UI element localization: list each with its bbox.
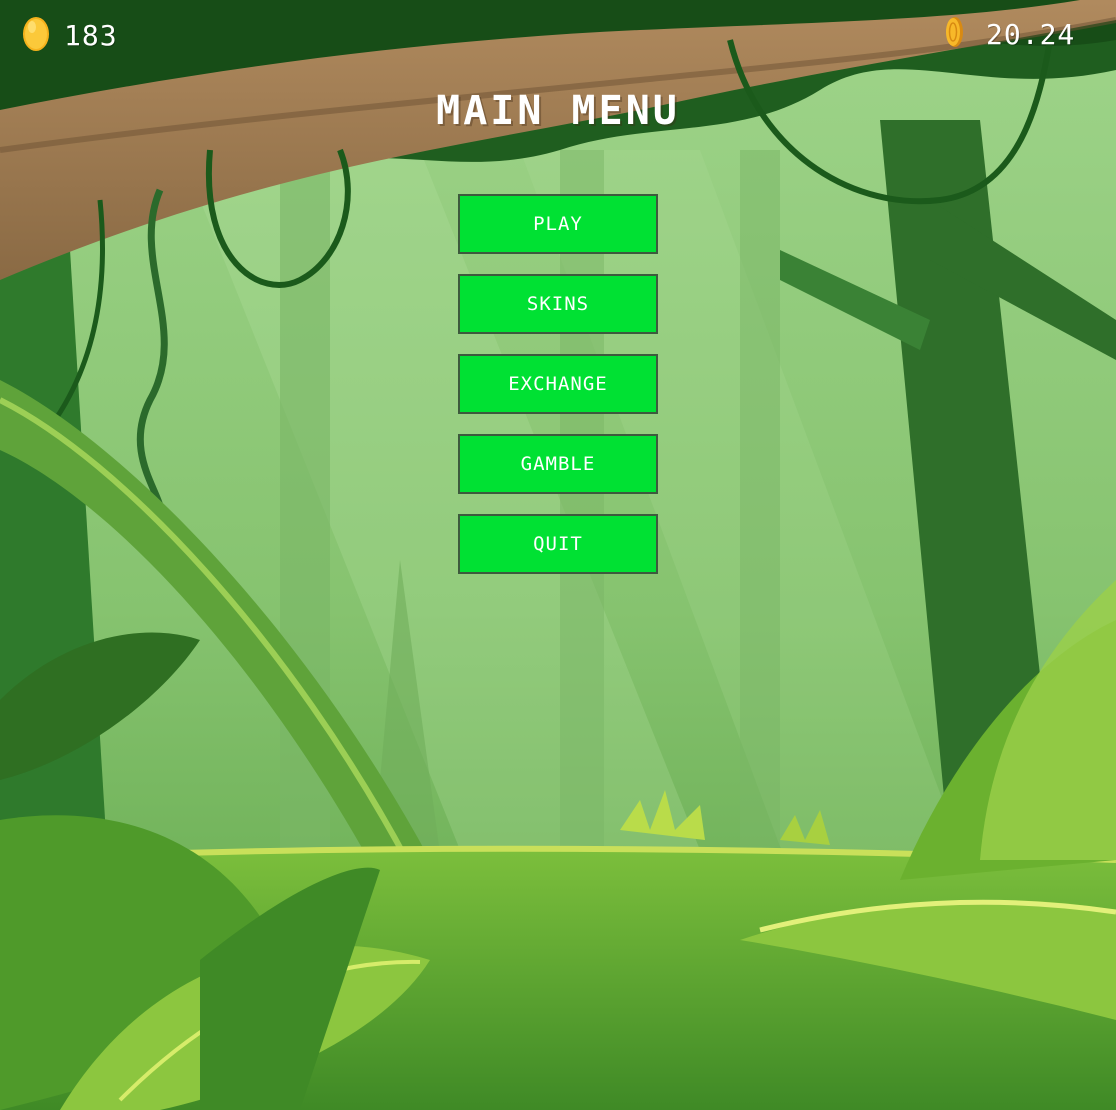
exchange-button[interactable]: EXCHANGE	[458, 354, 658, 414]
golden-egg-icon	[22, 14, 50, 56]
gamble-button[interactable]: GAMBLE	[458, 434, 658, 494]
play-button[interactable]: PLAY	[458, 194, 658, 254]
page-title: MAIN MENU	[436, 88, 680, 134]
egg-counter: 183	[22, 14, 118, 56]
skins-button[interactable]: SKINS	[458, 274, 658, 334]
main-menu: PLAY SKINS EXCHANGE GAMBLE QUIT	[458, 194, 658, 594]
coin-counter: 20.24	[944, 14, 1075, 54]
gold-coin-icon	[944, 14, 964, 54]
egg-count: 183	[64, 18, 118, 52]
quit-button[interactable]: QUIT	[458, 514, 658, 574]
coin-balance: 20.24	[986, 17, 1076, 51]
